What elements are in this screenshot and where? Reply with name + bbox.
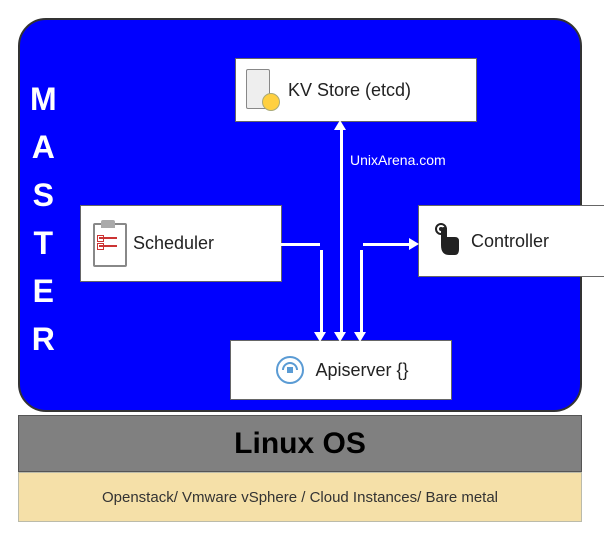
master-letter: S xyxy=(30,171,57,219)
master-letter: T xyxy=(30,219,57,267)
infrastructure-label: Openstack/ Vmware vSphere / Cloud Instan… xyxy=(102,489,498,506)
master-letter: A xyxy=(30,123,57,171)
kv-store-label: KV Store (etcd) xyxy=(288,80,411,101)
touch-icon xyxy=(429,221,463,261)
arrow-line xyxy=(320,250,323,334)
arrow-line xyxy=(363,243,411,246)
apiserver-label: Apiserver {} xyxy=(315,360,408,381)
arrow-line xyxy=(272,243,320,246)
arrowhead-icon xyxy=(314,332,326,342)
master-letter: R xyxy=(30,315,57,363)
master-container: M A S T E R KV Store (etcd) Scheduler xyxy=(18,18,582,412)
infrastructure-layer: Openstack/ Vmware vSphere / Cloud Instan… xyxy=(18,472,582,522)
diagram-canvas: M A S T E R KV Store (etcd) Scheduler xyxy=(0,0,604,540)
arrow-line xyxy=(360,250,363,334)
server-icon xyxy=(246,69,280,111)
arrow-line xyxy=(340,128,343,334)
arrowhead-icon xyxy=(409,238,419,250)
api-icon xyxy=(273,353,307,387)
linux-os-label: Linux OS xyxy=(234,427,366,461)
master-letter: M xyxy=(30,75,57,123)
arrowhead-icon xyxy=(334,120,346,130)
kv-store-box: KV Store (etcd) xyxy=(235,58,477,122)
controller-box: Controller xyxy=(418,205,604,277)
clipboard-icon xyxy=(91,223,125,265)
master-letter: E xyxy=(30,267,57,315)
apiserver-box: Apiserver {} xyxy=(230,340,452,400)
arrowhead-icon xyxy=(354,332,366,342)
master-label: M A S T E R xyxy=(30,75,57,363)
arrowhead-icon xyxy=(334,332,346,342)
attribution-label: UnixArena.com xyxy=(350,152,446,168)
scheduler-box: Scheduler xyxy=(80,205,282,282)
arrowhead-icon xyxy=(262,238,272,250)
scheduler-label: Scheduler xyxy=(133,233,214,254)
linux-os-layer: Linux OS xyxy=(18,415,582,472)
controller-label: Controller xyxy=(471,231,549,252)
